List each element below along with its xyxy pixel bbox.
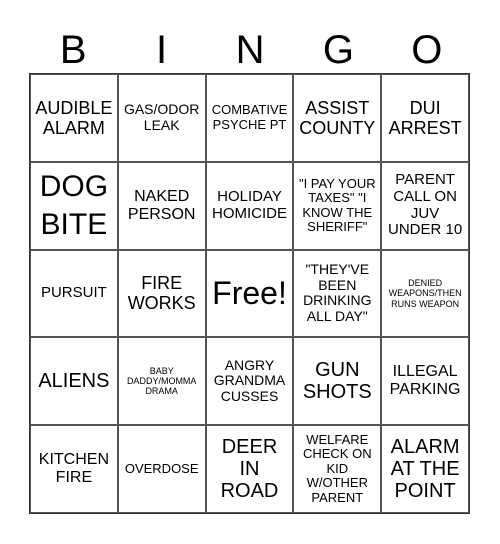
bingo-cell[interactable]: GAS/ODOR LEAK — [117, 74, 206, 162]
bingo-cell[interactable]: "I PAY YOUR TAXES" "I KNOW THE SHERIFF" — [293, 161, 382, 250]
bingo-cell[interactable]: ALARM AT THE POINT — [381, 425, 469, 513]
bingo-cell[interactable]: ALIENS — [30, 337, 118, 426]
bingo-cell[interactable]: GUN SHOTS — [293, 337, 382, 426]
bingo-header: B I N G O — [29, 28, 471, 72]
bingo-cell[interactable]: WELFARE CHECK ON KID W/OTHER PARENT — [293, 425, 382, 513]
header-letter-i: I — [156, 28, 168, 72]
bingo-cell[interactable]: HOLIDAY HOMICIDE — [205, 161, 294, 250]
bingo-cell[interactable]: PARENT CALL ON JUV UNDER 10 — [381, 161, 469, 250]
bingo-cell[interactable]: DOG BITE — [30, 161, 118, 250]
header-letter-b: B — [59, 28, 87, 72]
bingo-cell[interactable]: AUDIBLE ALARM — [30, 74, 118, 162]
bingo-cell[interactable]: DENIED WEAPONS/THEN RUNS WEAPON — [381, 249, 469, 338]
bingo-card-grid: AUDIBLE ALARM GAS/ODOR LEAK COMBATIVE PS… — [29, 73, 470, 514]
bingo-cell[interactable]: ANGRY GRANDMA CUSSES — [205, 337, 294, 426]
header-letter-o: O — [411, 28, 443, 72]
bingo-cell[interactable]: PURSUIT — [30, 249, 118, 338]
bingo-cell[interactable]: FIRE WORKS — [117, 249, 206, 338]
header-letter-g: G — [322, 28, 354, 72]
bingo-cell[interactable]: COMBATIVE PSYCHE PT — [205, 74, 294, 162]
header-letter-n: N — [235, 28, 265, 72]
bingo-cell[interactable]: NAKED PERSON — [117, 161, 206, 250]
bingo-cell[interactable]: DUI ARREST — [381, 74, 469, 162]
bingo-cell[interactable]: KITCHEN FIRE — [30, 425, 118, 513]
bingo-cell[interactable]: ILLEGAL PARKING — [381, 337, 469, 426]
bingo-cell[interactable]: "THEY'VE BEEN DRINKING ALL DAY" — [293, 249, 382, 338]
bingo-cell[interactable]: BABY DADDY/MOMMA DRAMA — [117, 337, 206, 426]
bingo-cell[interactable]: OVERDOSE — [117, 425, 206, 513]
free-space[interactable]: Free! — [205, 249, 294, 338]
bingo-cell[interactable]: DEER IN ROAD — [205, 425, 294, 513]
bingo-cell[interactable]: ASSIST COUNTY — [293, 74, 382, 162]
